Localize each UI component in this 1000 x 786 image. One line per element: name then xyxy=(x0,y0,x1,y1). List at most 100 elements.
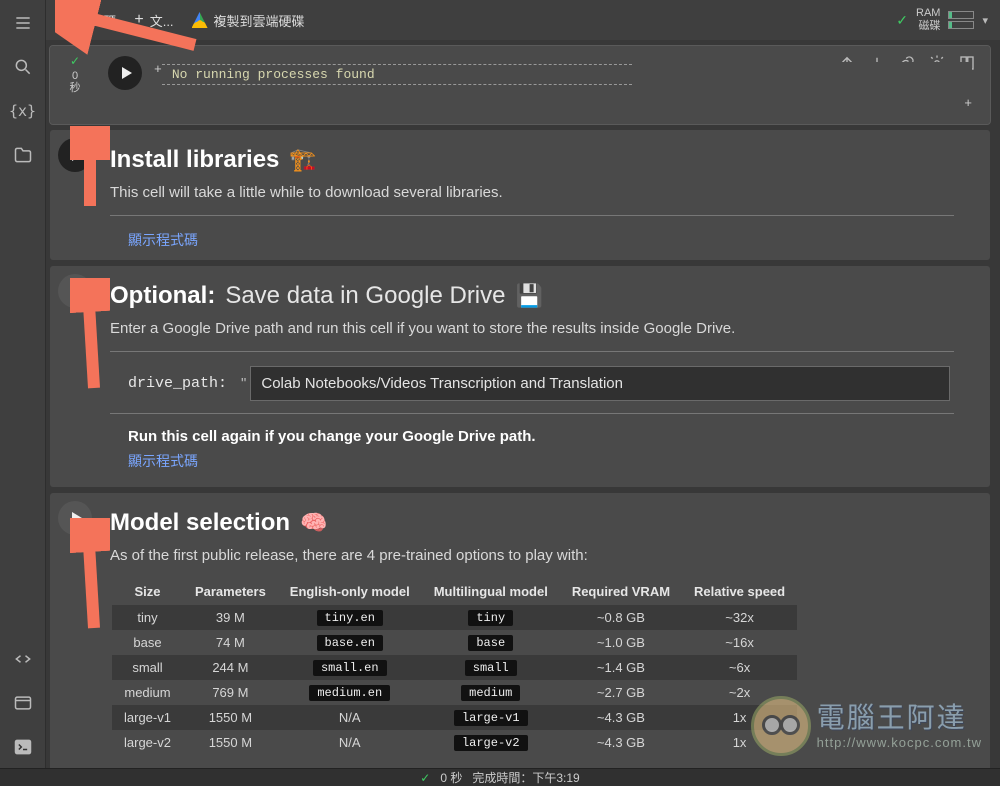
cell-vram: ~4.3 GB xyxy=(560,705,682,730)
table-row: tiny39 Mtiny.entiny~0.8 GB~32x xyxy=(112,605,797,630)
section-description: This cell will take a little while to do… xyxy=(110,184,972,201)
model-name-badge: base xyxy=(468,635,513,651)
cell-multi: large-v2 xyxy=(422,730,560,755)
cell-en: N/A xyxy=(278,705,422,730)
run-button[interactable] xyxy=(58,501,92,535)
ram-label: RAM xyxy=(916,8,940,19)
cell-multi: large-v1 xyxy=(422,705,560,730)
divider xyxy=(110,215,954,216)
cell-en: N/A xyxy=(278,730,422,755)
model-name-badge: large-v1 xyxy=(454,710,528,726)
col-size: Size xyxy=(112,578,183,605)
toc-icon[interactable] xyxy=(12,12,34,34)
cell-speed: ~32x xyxy=(682,605,797,630)
notebook-toolbar: + 程式碼 + 文... 複製到雲端硬碟 ✓ RAM 磁碟 ▾ xyxy=(46,0,1000,40)
variables-icon[interactable]: {x} xyxy=(12,100,34,122)
status-bar: ✓ 0 秒 完成時間：下午3:19 xyxy=(0,768,1000,786)
cell-vram: ~1.0 GB xyxy=(560,630,682,655)
model-name-badge: small xyxy=(465,660,517,676)
cell-en: tiny.en xyxy=(278,605,422,630)
elapsed-time: 0 秒 xyxy=(70,70,81,94)
divider xyxy=(110,413,954,414)
cell-speed: ~16x xyxy=(682,630,797,655)
col-multi-model: Multilingual model xyxy=(422,578,560,605)
cell-params: 769 M xyxy=(183,680,278,705)
cell-size: base xyxy=(112,630,183,655)
cell-speed: ~6x xyxy=(682,655,797,680)
cell-size: large-v2 xyxy=(112,730,183,755)
left-sidebar: {x} xyxy=(0,0,46,768)
play-icon xyxy=(72,285,82,297)
command-palette-icon[interactable] xyxy=(12,692,34,714)
notebook-main-panel[interactable]: ✓ 0 秒 + No running processes found xyxy=(46,40,1000,768)
add-text-button[interactable]: + 文... xyxy=(134,11,173,30)
resource-indicator[interactable]: ✓ RAM 磁碟 ▾ xyxy=(896,8,988,32)
play-icon xyxy=(72,149,82,161)
table-row: base74 Mbase.enbase~1.0 GB~16x xyxy=(112,630,797,655)
rerun-note: Run this cell again if you change your G… xyxy=(128,428,972,445)
copy-to-drive-label: 複製到雲端硬碟 xyxy=(214,11,305,30)
terminal-icon[interactable] xyxy=(12,736,34,758)
status-done-label: 完成時間： xyxy=(472,771,532,785)
cell-vram: ~2.7 GB xyxy=(560,680,682,705)
cell-running-processes[interactable]: ✓ 0 秒 + No running processes found xyxy=(50,46,990,124)
quote-icon: " xyxy=(241,375,250,392)
brain-emoji-icon: 🧠 xyxy=(300,510,327,536)
success-check-icon: ✓ xyxy=(70,54,80,68)
table-row: large-v21550 MN/Alarge-v2~4.3 GB1x xyxy=(112,730,797,755)
cell-en: small.en xyxy=(278,655,422,680)
add-code-button[interactable]: + 程式碼 xyxy=(62,11,116,30)
section-description: Enter a Google Drive path and run this c… xyxy=(110,320,972,337)
drive-path-row: drive_path: " xyxy=(128,366,972,401)
status-elapsed: 0 秒 xyxy=(440,769,462,786)
cell-save-drive[interactable]: Optional: Save data in Google Drive 💾 En… xyxy=(50,266,990,487)
drive-path-input[interactable] xyxy=(250,366,950,401)
disk-meter xyxy=(948,21,974,29)
model-name-badge: large-v2 xyxy=(454,735,528,751)
cell-multi: small xyxy=(422,655,560,680)
cell-size: small xyxy=(112,655,183,680)
cell-speed: 1x xyxy=(682,730,797,755)
cell-size: large-v1 xyxy=(112,705,183,730)
model-name-badge: medium.en xyxy=(309,685,390,701)
model-name-badge: small.en xyxy=(313,660,387,676)
files-icon[interactable] xyxy=(12,144,34,166)
connected-check-icon: ✓ xyxy=(896,12,908,29)
status-done-time: 下午3:19 xyxy=(532,771,579,785)
cell-en: medium.en xyxy=(278,680,422,705)
plus-icon: + xyxy=(62,12,71,28)
cell-size: medium xyxy=(112,680,183,705)
cell-speed: ~2x xyxy=(682,680,797,705)
col-en-model: English-only model xyxy=(278,578,422,605)
cell-en: base.en xyxy=(278,630,422,655)
show-code-link[interactable]: 顯示程式碼 xyxy=(128,232,198,248)
col-vram: Required VRAM xyxy=(560,578,682,605)
run-button[interactable] xyxy=(58,274,92,308)
cell-install-libraries[interactable]: Install libraries 🏗️ This cell will take… xyxy=(50,130,990,260)
cell-size: tiny xyxy=(112,605,183,630)
col-params: Parameters xyxy=(183,578,278,605)
cell-vram: ~0.8 GB xyxy=(560,605,682,630)
models-table: Size Parameters English-only model Multi… xyxy=(112,578,797,755)
section-heading: Optional: Save data in Google Drive 💾 xyxy=(110,282,972,310)
model-name-badge: base.en xyxy=(317,635,383,651)
play-icon xyxy=(72,512,82,524)
run-button[interactable] xyxy=(108,56,142,90)
plus-icon: + xyxy=(134,12,143,28)
cell-model-selection[interactable]: Model selection 🧠 As of the first public… xyxy=(50,493,990,768)
cell-multi: medium xyxy=(422,680,560,705)
search-icon[interactable] xyxy=(12,56,34,78)
run-button[interactable] xyxy=(58,138,92,172)
show-code-link[interactable]: 顯示程式碼 xyxy=(128,453,198,469)
cell-speed: 1x xyxy=(682,705,797,730)
cell-vram: ~1.4 GB xyxy=(560,655,682,680)
construction-emoji-icon: 🏗️ xyxy=(289,147,316,173)
cell-gutter: ✓ 0 秒 xyxy=(50,46,100,124)
copy-to-drive-button[interactable]: 複製到雲端硬碟 xyxy=(192,11,305,30)
table-row: small244 Msmall.ensmall~1.4 GB~6x xyxy=(112,655,797,680)
cell-vram: ~4.3 GB xyxy=(560,730,682,755)
section-heading: Model selection 🧠 xyxy=(110,509,972,537)
cell-params: 74 M xyxy=(183,630,278,655)
code-snippets-icon[interactable] xyxy=(12,648,34,670)
cell-multi: tiny xyxy=(422,605,560,630)
